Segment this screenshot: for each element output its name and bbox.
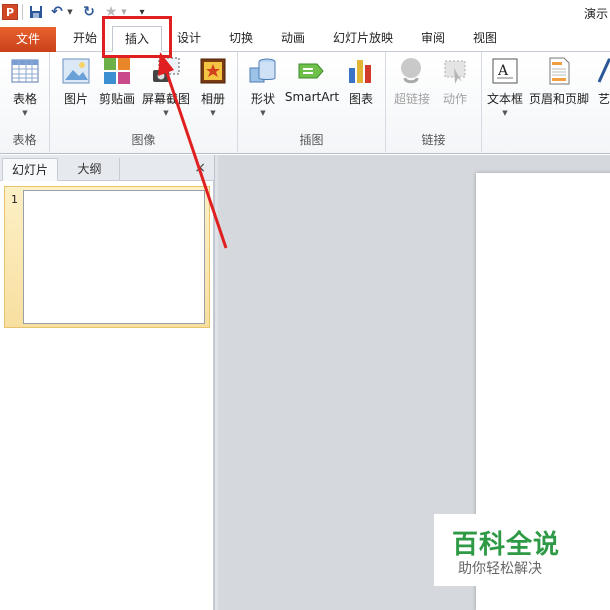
picture-icon [61,56,91,86]
tab-review[interactable]: 审阅 [412,26,454,51]
wordart-icon [595,56,610,86]
tab-outline[interactable]: 大纲 [60,158,120,181]
hyperlink-button[interactable]: 超链接 [392,56,432,107]
watermark-subtitle: 助你轻松解决 [458,561,542,577]
chevron-down-icon: ▼ [210,109,216,117]
chart-button[interactable]: 图表 [344,56,378,107]
title-bar: P ↶ ▼ ↻ ★ ▼ ▾ 演示 [0,0,610,24]
wordart-label: 艺术 [597,92,610,106]
svg-text:A: A [497,63,509,79]
group-illustrations: 形状 ▼ SmartArt 图表 插图 [238,52,386,152]
slide-number: 1 [11,193,18,206]
shapes-icon [248,56,278,86]
chevron-down-icon: ▼ [163,109,169,117]
hyperlink-label: 超链接 [393,92,430,106]
tab-animations[interactable]: 动画 [272,26,314,51]
table-icon [10,56,40,86]
undo-icon[interactable]: ↶ [50,3,64,21]
slide-panel-tabs: 幻灯片 大纲 × [0,155,214,181]
clipart-label: 剪贴画 [98,92,135,106]
smartart-icon [297,56,327,86]
chevron-down-icon: ▼ [260,109,266,117]
clipart-icon [102,56,132,86]
clipart-button[interactable]: 剪贴画 [96,56,138,107]
action-icon [440,56,470,86]
qat-separator [22,4,23,20]
textbox-icon: A [490,56,520,86]
header-footer-button[interactable]: 页眉和页脚 [528,56,590,107]
group-text: A 文本框 ▼ 页眉和页脚 艺术 [482,52,610,152]
ribbon-tabs: 文件 开始 插入 设计 切换 动画 幻灯片放映 审阅 视图 [0,24,610,52]
save-icon[interactable] [28,3,44,21]
picture-label: 图片 [63,92,88,106]
wordart-button[interactable]: 艺术 [592,56,610,107]
slide-thumbnail[interactable] [23,190,205,324]
photo-album-icon [198,56,228,86]
screenshot-label: 屏幕截图 [141,92,190,106]
shapes-label: 形状 [250,92,275,106]
group-label-tables: 表格 [12,133,37,147]
watermark-title: 百科全说 [452,530,561,560]
group-links: 超链接 动作 链接 [386,52,482,152]
textbox-button[interactable]: A 文本框 ▼ [486,56,524,117]
close-icon[interactable]: × [194,160,206,176]
photo-album-label: 相册 [200,92,225,106]
group-label-links: 链接 [421,133,446,147]
screenshot-button[interactable]: 屏幕截图 ▼ [140,56,192,117]
tab-view[interactable]: 视图 [464,26,506,51]
smartart-button[interactable]: SmartArt [284,56,340,104]
window-title: 演示 [583,7,608,21]
watermark: 百科全说 助你轻松解决 [434,514,584,586]
table-button[interactable]: 表格 ▼ [6,56,44,117]
group-images: 图片 剪贴画 屏幕截图 ▼ 相册 ▼ 图像 [50,52,238,152]
slide-thumbnail-selected[interactable]: 1 [4,186,210,328]
chart-label: 图表 [348,92,373,106]
redo-icon[interactable]: ↻ [82,3,96,21]
table-label: 表格 [12,92,37,106]
tab-slideshow[interactable]: 幻灯片放映 [326,26,400,51]
slide-thumbnail-panel: 1 [0,181,214,610]
chevron-down-icon: ▼ [502,109,508,117]
group-label-illustrations: 插图 [299,133,324,147]
tab-slides[interactable]: 幻灯片 [2,158,58,181]
group-tables: 表格 ▼ 表格 [0,52,50,152]
action-label: 动作 [442,92,467,106]
ribbon: 表格 ▼ 表格 图片 剪贴画 屏幕截图 ▼ 相册 ▼ 图像 形状 ▼ Smart… [0,52,610,154]
annotation-highlight-box [102,16,172,58]
photo-album-button[interactable]: 相册 ▼ [196,56,230,117]
tab-design[interactable]: 设计 [168,26,210,51]
hyperlink-icon [397,56,427,86]
action-button[interactable]: 动作 [438,56,472,107]
chevron-down-icon: ▼ [22,109,28,117]
picture-button[interactable]: 图片 [58,56,94,107]
header-footer-label: 页眉和页脚 [528,92,589,106]
tab-transitions[interactable]: 切换 [220,26,262,51]
undo-dropdown-icon[interactable]: ▼ [66,3,74,21]
powerpoint-app-icon[interactable]: P [2,4,18,20]
textbox-label: 文本框 [486,92,523,106]
group-label-images: 图像 [131,133,156,147]
screenshot-icon [151,56,181,86]
smartart-label: SmartArt [284,90,340,104]
chart-icon [346,56,376,86]
shapes-button[interactable]: 形状 ▼ [246,56,280,117]
tab-file[interactable]: 文件 [0,27,56,52]
header-footer-icon [544,56,574,86]
